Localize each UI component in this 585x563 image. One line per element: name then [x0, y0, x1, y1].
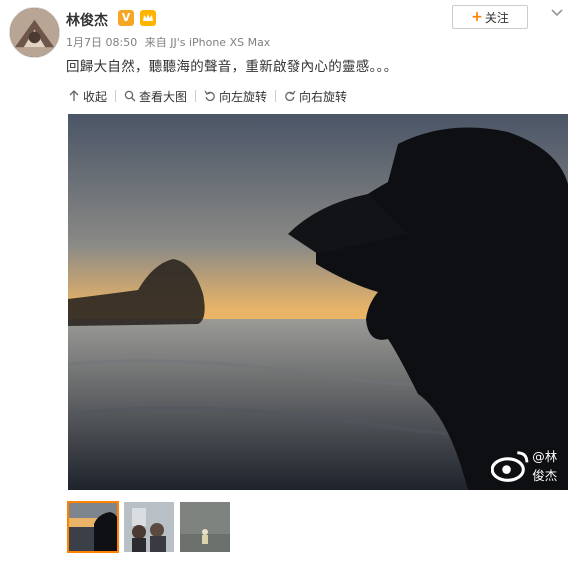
watermark-text: @林俊杰: [532, 449, 558, 483]
weibo-logo-icon: [490, 451, 529, 482]
divider: [115, 90, 117, 102]
thumbnail-3[interactable]: [180, 502, 230, 552]
rotate-left-icon: [204, 90, 215, 102]
sunset-silhouette-photo: [68, 114, 568, 490]
author-name[interactable]: 林俊杰: [66, 10, 108, 30]
thumbnail-strip: [67, 501, 230, 553]
divider: [195, 90, 197, 102]
rotate-right-icon: [285, 90, 296, 102]
image-toolbar: 收起 查看大图 向左旋转 向右旋转: [68, 87, 347, 105]
avatar[interactable]: [9, 7, 60, 58]
rotate-left-button[interactable]: 向左旋转: [204, 88, 267, 105]
collect-button[interactable]: 收起: [68, 88, 107, 105]
collect-label: 收起: [83, 89, 108, 104]
avatar-image: [10, 8, 59, 57]
chevron-down-icon[interactable]: [550, 8, 564, 18]
follow-button[interactable]: + 关注: [452, 5, 528, 29]
thumbnail-figure-image: [180, 502, 230, 552]
post-content: 回歸大自然，聽聽海的聲音，重新啟發內心的靈感。。。: [66, 59, 398, 75]
magnifier-icon: [124, 90, 136, 102]
verified-badge: V: [118, 10, 134, 26]
view-large-button[interactable]: 查看大图: [124, 88, 187, 105]
vip-crown-icon[interactable]: [140, 10, 156, 26]
plus-icon: +: [471, 9, 483, 25]
rotate-right-label: 向右旋转: [299, 89, 348, 104]
thumbnail-1[interactable]: [67, 501, 119, 553]
thumbnail-people-image: [124, 502, 174, 552]
view-large-label: 查看大图: [139, 89, 188, 104]
post-meta: 1月7日 08:50 来自 JJ's iPhone XS Max: [66, 34, 274, 50]
follow-label: 关注: [484, 10, 509, 25]
post-timestamp[interactable]: 1月7日 08:50: [66, 36, 137, 49]
post-source: 来自 JJ's iPhone XS Max: [144, 36, 271, 49]
divider: [275, 90, 277, 102]
post-image[interactable]: @林俊杰: [68, 114, 568, 490]
rotate-left-label: 向左旋转: [219, 89, 268, 104]
image-watermark: @林俊杰: [490, 446, 560, 484]
thumbnail-2[interactable]: [124, 502, 174, 552]
rotate-right-button[interactable]: 向右旋转: [284, 88, 347, 105]
collapse-arrow-icon: [69, 90, 79, 101]
thumbnail-sunset-image: [68, 502, 118, 552]
